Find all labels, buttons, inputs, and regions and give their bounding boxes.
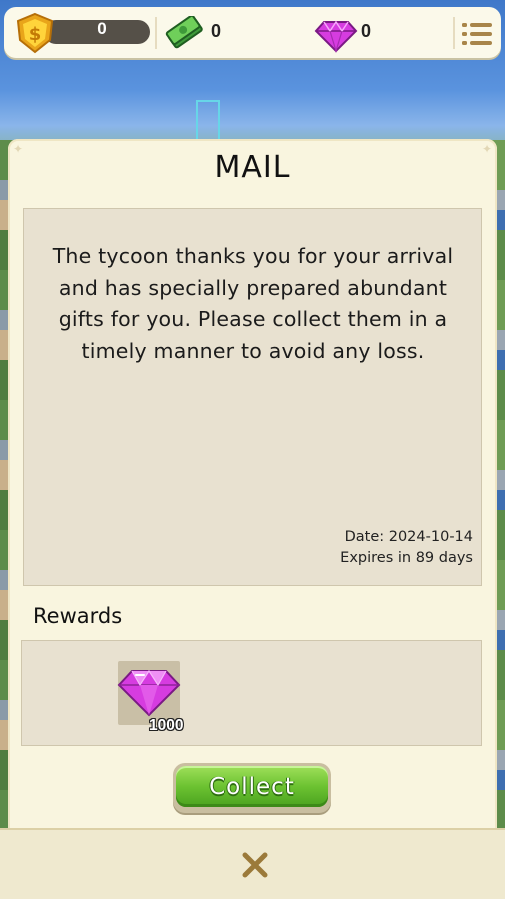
mail-expiry: Expires in 89 days: [340, 550, 473, 566]
collect-button-label: Collect: [209, 774, 295, 800]
list-menu-icon[interactable]: [460, 19, 494, 49]
rewards-label: Rewards: [33, 604, 123, 628]
hud-divider: [453, 17, 455, 49]
reward-item[interactable]: 1000: [117, 661, 183, 734]
bottom-close-bar: [0, 828, 505, 899]
mail-message-text: The tycoon thanks you for your arrival a…: [52, 244, 454, 363]
mail-panel: ✦ ✦ MAIL The tycoon thanks you for your …: [8, 139, 497, 839]
gem-count: 0: [361, 21, 372, 41]
top-hud: $ 0 0 0: [4, 7, 501, 58]
game-background-tower: [196, 100, 220, 142]
mail-date: Date: 2024-10-14: [344, 529, 473, 545]
cash-count: 0: [211, 21, 222, 41]
mail-title: MAIL: [214, 150, 291, 185]
svg-text:$: $: [29, 24, 42, 45]
close-x-icon[interactable]: [240, 850, 270, 880]
mail-message-box: The tycoon thanks you for your arrival a…: [23, 208, 482, 586]
coin-count: 0: [97, 19, 107, 38]
cash-stack-icon: [165, 16, 203, 49]
reward-count: 1000: [149, 717, 184, 734]
collect-button[interactable]: Collect: [173, 763, 331, 813]
purple-gem-icon: [314, 20, 358, 53]
hud-divider: [155, 17, 157, 49]
purple-gem-icon: [117, 669, 181, 717]
collect-button-face: Collect: [176, 766, 328, 807]
rewards-box: 1000: [21, 640, 482, 746]
